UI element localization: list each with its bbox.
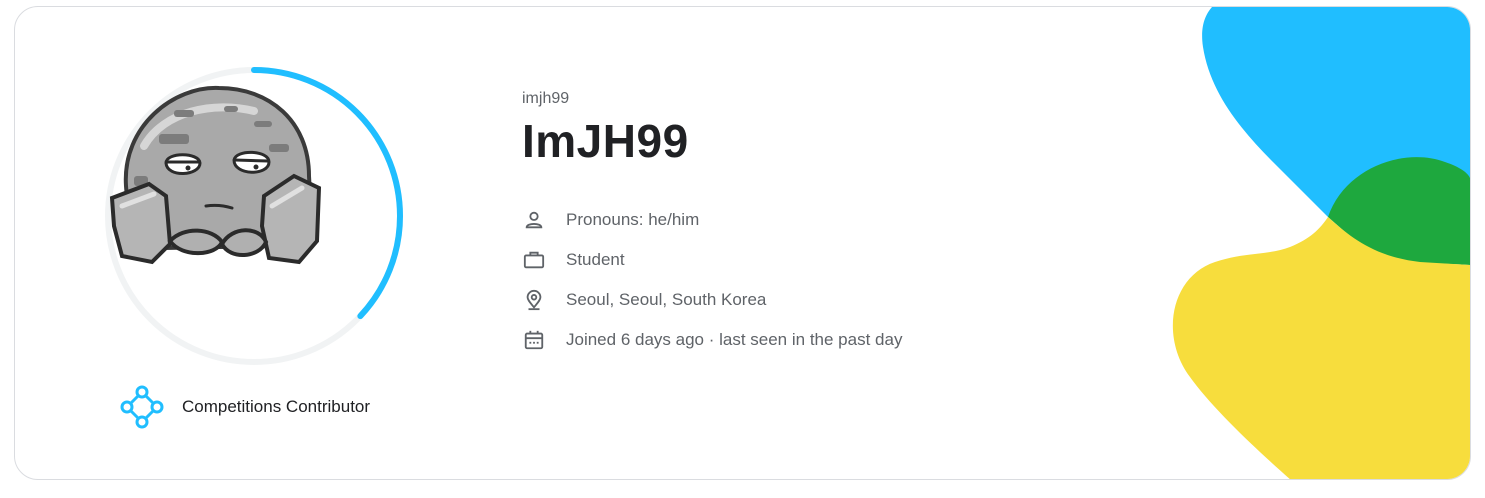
calendar-icon: [524, 330, 544, 350]
person-icon: [525, 211, 543, 229]
display-name: ImJH99: [522, 115, 689, 167]
detail-joined-text: Joined 6 days ago · last seen in the pas…: [566, 330, 903, 349]
tier-badge[interactable]: Competitions Contributor: [119, 384, 370, 430]
avatar[interactable]: [104, 66, 324, 286]
tier-nodes-icon: [120, 385, 164, 429]
detail-location-text: Seoul, Seoul, South Korea: [566, 290, 767, 309]
detail-occupation: Student: [522, 240, 902, 280]
detail-joined: Joined 6 days ago · last seen in the pas…: [522, 320, 902, 360]
detail-occupation-text: Student: [566, 250, 625, 269]
username: imjh99: [522, 90, 570, 107]
detail-pronouns-text: Pronouns: he/him: [566, 210, 700, 229]
profile-info: imjh99 ImJH99 Pronouns: he/him Student S…: [522, 89, 902, 360]
avatar-container: [104, 66, 404, 366]
briefcase-icon: [523, 251, 545, 269]
profile-card: Competitions Contributor imjh99 ImJH99 P…: [14, 6, 1471, 480]
detail-location: Seoul, Seoul, South Korea: [522, 280, 902, 320]
location-pin-icon: [526, 289, 542, 311]
profile-details: Pronouns: he/him Student Seoul, Seoul, S…: [522, 200, 902, 360]
tier-label: Competitions Contributor: [182, 397, 371, 416]
detail-pronouns: Pronouns: he/him: [522, 200, 902, 240]
decorative-shapes: [1172, 7, 1470, 479]
